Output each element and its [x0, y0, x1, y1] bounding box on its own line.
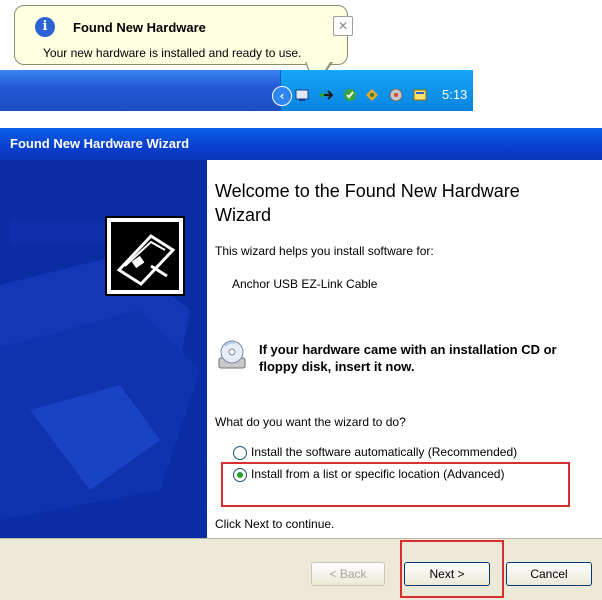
- cd-drive-icon: [218, 340, 246, 369]
- show-hidden-icons-button[interactable]: ‹: [272, 86, 292, 106]
- highlight-box-next: [400, 540, 504, 598]
- security-icon[interactable]: [342, 87, 358, 103]
- window-title: Found New Hardware Wizard: [10, 136, 190, 151]
- cd-prompt: If your hardware came with an installati…: [259, 342, 557, 374]
- wizard-window: Found New Hardware Wizard Welcome to the…: [0, 128, 602, 600]
- welcome-heading: Welcome to the Found New Hardware Wizard: [215, 181, 520, 225]
- wizard-content: Welcome to the Found New Hardware Wizard…: [207, 160, 602, 538]
- messenger-icon[interactable]: [412, 87, 428, 103]
- wizard-side-banner: [0, 160, 207, 538]
- info-icon: i: [35, 17, 55, 37]
- highlight-box-option: [221, 462, 570, 507]
- balloon-message: Your new hardware is installed and ready…: [43, 46, 302, 60]
- cancel-button[interactable]: Cancel: [506, 562, 592, 586]
- device-name: Anchor USB EZ-Link Cable: [232, 277, 378, 291]
- intro-text: This wizard helps you install software f…: [215, 244, 434, 258]
- radio-automatic[interactable]: [233, 446, 247, 460]
- balloon-title: Found New Hardware: [73, 20, 206, 35]
- option-automatic[interactable]: Install the software automatically (Reco…: [233, 444, 563, 462]
- title-bar[interactable]: Found New Hardware Wizard: [0, 128, 602, 160]
- continue-text: Click Next to continue.: [215, 517, 335, 531]
- safely-remove-icon[interactable]: [318, 87, 334, 103]
- back-button[interactable]: < Back: [311, 562, 385, 586]
- question-text: What do you want the wizard to do?: [215, 415, 406, 429]
- hardware-icon: [105, 216, 185, 296]
- button-bar: < Back Next > Cancel: [0, 539, 602, 600]
- option-automatic-label: Install the software automatically (Reco…: [251, 445, 518, 459]
- circuit-board-icon: [111, 222, 179, 290]
- antivirus-icon[interactable]: [388, 87, 404, 103]
- network-icon[interactable]: [294, 87, 310, 103]
- balloon-close-button[interactable]: ✕: [333, 16, 353, 36]
- updates-icon[interactable]: [364, 87, 380, 103]
- balloon-notification[interactable]: i Found New Hardware ✕ Your new hardware…: [14, 5, 353, 65]
- clock[interactable]: 5:13: [442, 87, 467, 102]
